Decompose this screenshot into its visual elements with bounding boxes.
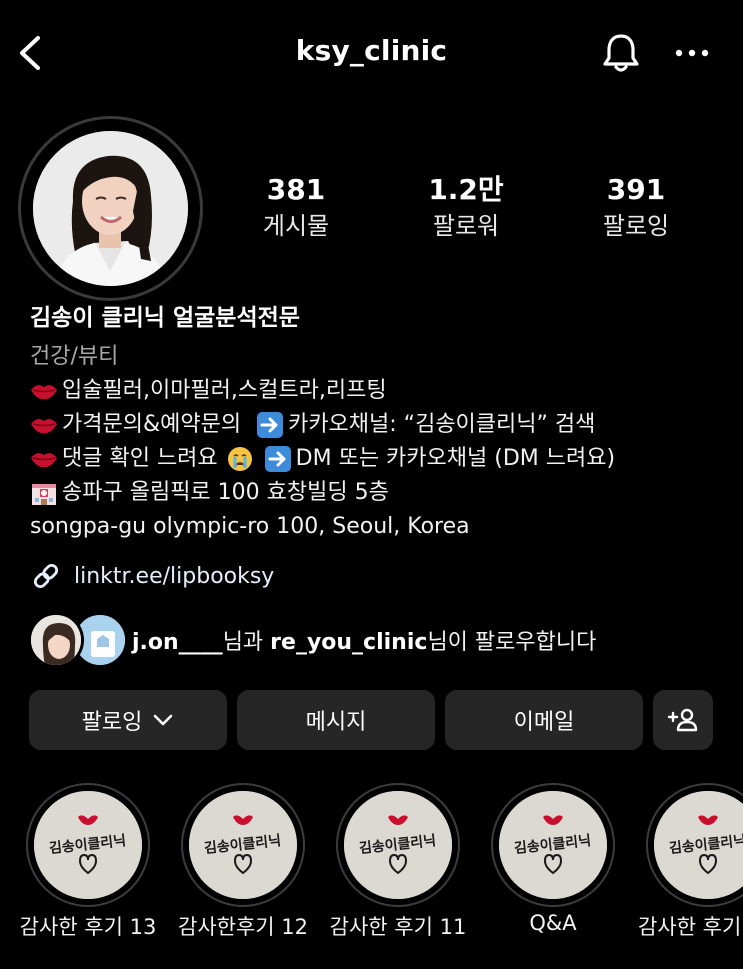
clinic-stamp-icon: 김송이클리닉 xyxy=(499,791,607,899)
message-button[interactable]: 메시지 xyxy=(237,690,435,750)
add-user-icon xyxy=(667,708,698,732)
highlight-cover: 김송이클리닉 xyxy=(336,783,460,907)
highlight-cover: 김송이클리닉 xyxy=(646,783,743,907)
bio-line: 댓글 확인 느려요 DM 또는 카카오채널 (DM 느려요) xyxy=(30,442,735,476)
posts-label: 게시물 xyxy=(262,212,330,240)
highlight-cover: 김송이클리닉 xyxy=(181,783,305,907)
followers-count: 1.2만 xyxy=(428,173,504,206)
bio-text: 입술필러,이마필러,스컬트라,리프팅 xyxy=(62,378,387,403)
following-label: 팔로잉 xyxy=(602,212,670,240)
following-stat[interactable]: 391 팔로잉 xyxy=(566,172,706,242)
notifications-button[interactable] xyxy=(598,30,644,76)
highlight-label: 감사한 후기 xyxy=(638,915,742,939)
avatar-photo xyxy=(33,131,188,286)
profile-bio: 김송이 클리닉 얼굴분석전문 건강/뷰티 입술필러,이마필러,스컬트라,리프팅 … xyxy=(30,300,735,544)
followers-stat[interactable]: 1.2만 팔로워 xyxy=(396,172,536,242)
following-button-label: 팔로잉 xyxy=(81,710,143,735)
following-button[interactable]: 팔로잉 xyxy=(29,690,227,750)
mutual-text: 님이 팔로우합니다 xyxy=(427,630,597,655)
bio-text: 카카오채널: “김송이클리닉” 검색 xyxy=(288,412,596,437)
top-bar: ksy_clinic xyxy=(0,0,743,106)
clinic-stamp-icon: 김송이클리닉 xyxy=(654,791,743,899)
followers-label: 팔로워 xyxy=(432,212,500,240)
posts-count: 381 xyxy=(266,173,326,206)
bio-text: DM 또는 카카오채널 (DM 느려요) xyxy=(295,446,616,471)
lips-icon xyxy=(31,453,57,468)
profile-display-name: 김송이 클리닉 얼굴분석전문 xyxy=(30,305,300,331)
highlight-label: 감사한후기 12 xyxy=(178,915,308,939)
chevron-down-icon xyxy=(154,714,173,726)
hospital-icon xyxy=(32,484,56,505)
clinic-stamp-icon: 김송이클리닉 xyxy=(189,791,297,899)
clinic-stamp-icon: 김송이클리닉 xyxy=(34,791,142,899)
following-count: 391 xyxy=(606,173,666,206)
highlight-label: 감사한 후기 11 xyxy=(329,915,467,939)
profile-category[interactable]: 건강/뷰티 xyxy=(30,340,735,374)
mutual-followers[interactable]: j.on____님과 re_you_clinic님이 팔로우합니다 xyxy=(28,612,728,668)
profile-link[interactable]: linktr.ee/lipbooksy xyxy=(30,556,274,596)
mutual-follower-avatar xyxy=(28,612,84,668)
more-options-button[interactable] xyxy=(672,35,712,71)
highlight-label: Q&A xyxy=(529,911,577,935)
bio-line: 송파구 올림픽로 100 효창빌딩 5층 xyxy=(30,476,735,510)
mutual-followers-text: j.on____님과 re_you_clinic님이 팔로우합니다 xyxy=(132,624,596,656)
bell-icon xyxy=(603,34,639,72)
message-button-label: 메시지 xyxy=(305,710,367,735)
mutual-follower-name[interactable]: j.on____ xyxy=(132,630,223,655)
mutual-text: 님과 xyxy=(222,630,271,655)
bio-text: 댓글 확인 느려요 xyxy=(62,446,218,471)
lips-icon xyxy=(31,385,57,400)
email-button-label: 이메일 xyxy=(513,710,575,735)
bio-text: 송파구 올림픽로 100 효창빌딩 5층 xyxy=(62,480,389,505)
crying-face-icon xyxy=(227,447,252,471)
bio-line: 입술필러,이마필러,스컬트라,리프팅 xyxy=(30,374,735,408)
email-button[interactable]: 이메일 xyxy=(445,690,643,750)
clinic-stamp-icon: 김송이클리닉 xyxy=(344,791,452,899)
right-arrow-icon xyxy=(257,412,284,438)
suggest-users-button[interactable] xyxy=(653,690,713,750)
highlight-cover: 김송이클리닉 xyxy=(491,783,615,907)
posts-stat[interactable]: 381 게시물 xyxy=(226,172,366,242)
mutual-follower-name[interactable]: re_you_clinic xyxy=(270,630,427,655)
bio-line: 가격문의&예약문의 카카오채널: “김송이클리닉” 검색 xyxy=(30,408,735,442)
link-icon xyxy=(33,563,59,589)
bio-address: songpa-gu olympic-ro 100, Seoul, Korea xyxy=(30,514,470,539)
right-arrow-icon xyxy=(264,446,291,472)
profile-link-text: linktr.ee/lipbooksy xyxy=(74,563,275,589)
highlight-label: 감사한 후기 13 xyxy=(19,915,157,939)
highlight-cover: 김송이클리닉 xyxy=(26,783,150,907)
bio-text: 가격문의&예약문의 xyxy=(62,412,242,437)
more-horizontal-icon xyxy=(675,49,709,57)
lips-icon xyxy=(31,419,57,434)
profile-avatar[interactable] xyxy=(18,116,203,301)
